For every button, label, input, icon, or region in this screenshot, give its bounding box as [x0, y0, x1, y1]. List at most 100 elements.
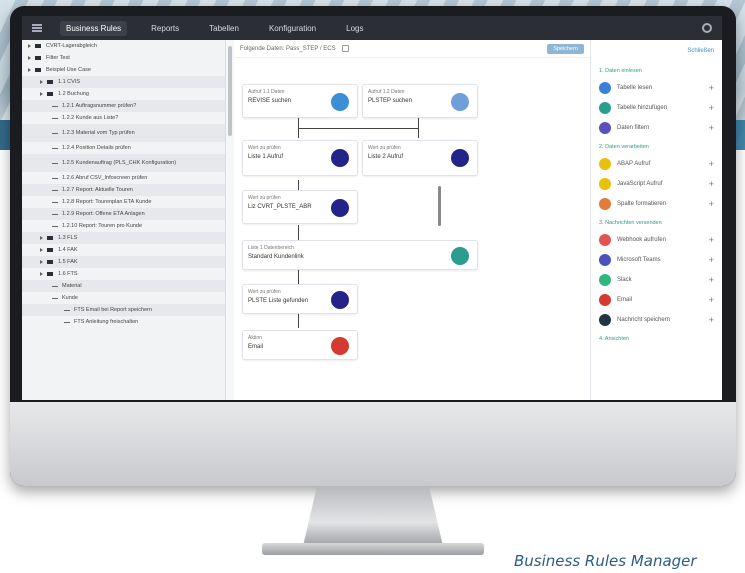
add-icon[interactable]: +: [709, 255, 714, 265]
list-dash-icon[interactable]: [52, 297, 58, 299]
list-dash-icon[interactable]: [52, 162, 58, 164]
tree-item[interactable]: 1.1 CVIS: [22, 76, 225, 88]
add-icon[interactable]: +: [709, 199, 714, 209]
list-dash-icon[interactable]: [64, 309, 70, 311]
expand-arrow-icon[interactable]: [40, 248, 43, 252]
palette-item-label: JavaScript Aufruf: [617, 181, 663, 187]
list-dash-icon[interactable]: [52, 105, 58, 107]
add-icon[interactable]: +: [709, 315, 714, 325]
tree-item[interactable]: 1.6 FTS: [22, 268, 225, 280]
add-icon[interactable]: +: [709, 159, 714, 169]
add-icon[interactable]: +: [709, 103, 714, 113]
filter-icon: [331, 291, 349, 309]
palette-section-title: 2. Daten verarbeiten: [599, 144, 649, 150]
folder-icon: [47, 260, 53, 264]
tree-item[interactable]: FTS Anleitung freischalten: [22, 316, 225, 328]
tab-konfiguration[interactable]: Konfiguration: [263, 21, 322, 36]
palette-item[interactable]: ABAP Aufruf +: [591, 154, 722, 174]
list-dash-icon[interactable]: [52, 213, 58, 215]
palette-item[interactable]: Webhook aufrufen +: [591, 230, 722, 250]
tree-item[interactable]: 1.2.10 Report: Touren pro Kunde: [22, 220, 225, 232]
expand-arrow-icon[interactable]: [40, 92, 43, 96]
tree-item[interactable]: 1.2.9 Report: Offene ETA Anlagen: [22, 208, 225, 220]
add-icon[interactable]: +: [709, 179, 714, 189]
resize-handle[interactable]: [438, 186, 441, 226]
edit-icon[interactable]: [341, 45, 349, 52]
tree-item[interactable]: 1.2.2 Kunde aus Liste?: [22, 112, 225, 124]
expand-arrow-icon[interactable]: [40, 272, 43, 276]
tree-item[interactable]: 1.2.8 Report: Tourenplan ETA Kunde: [22, 196, 225, 208]
tree-item[interactable]: 1.2.4 Position Details prüfen: [22, 142, 225, 154]
tree-item-label: 1.2.5 Kundenauftrag (PLS_CHK Konfigurati…: [62, 160, 177, 166]
tree-item[interactable]: Kunde: [22, 292, 225, 304]
tree-item[interactable]: Material: [22, 280, 225, 292]
list-dash-icon[interactable]: [52, 189, 58, 191]
tree-item[interactable]: 1.5 FAK: [22, 256, 225, 268]
rule-card[interactable]: Aufruf 1.1 Daten REVISE suchen: [242, 84, 358, 118]
menu-icon[interactable]: [32, 24, 42, 32]
palette-item[interactable]: Slack +: [591, 270, 722, 290]
add-icon[interactable]: +: [709, 275, 714, 285]
rule-card[interactable]: Wert zu prüfen Liste 1 Aufruf: [242, 140, 358, 176]
rule-card[interactable]: Wert zu prüfen PLSTE Liste gefunden: [242, 284, 358, 314]
tree-item[interactable]: 1.4 FAK: [22, 244, 225, 256]
list-dash-icon[interactable]: [52, 225, 58, 227]
settings-gear-icon[interactable]: [702, 23, 712, 33]
palette-item[interactable]: Tabelle lesen +: [591, 78, 722, 98]
add-icon[interactable]: +: [709, 295, 714, 305]
tree-scrollbar[interactable]: [228, 46, 232, 136]
save-button[interactable]: Speichern: [547, 43, 584, 54]
palette-item[interactable]: Nachricht speichern +: [591, 310, 722, 330]
list-dash-icon[interactable]: [64, 321, 70, 323]
palette-item[interactable]: Daten filtern +: [591, 118, 722, 138]
rule-card[interactable]: Aufruf 1.2 Daten PLSTEP suchen: [362, 84, 478, 118]
tab-reports[interactable]: Reports: [145, 21, 185, 36]
palette-item[interactable]: Email +: [591, 290, 722, 310]
tree-item[interactable]: CVRT-Lagerabgleich: [22, 40, 225, 52]
close-palette-link[interactable]: Schließen: [591, 40, 722, 62]
palette-item[interactable]: Microsoft Teams +: [591, 250, 722, 270]
tab-logs[interactable]: Logs: [340, 21, 369, 36]
tab-tabellen[interactable]: Tabellen: [203, 21, 245, 36]
expand-arrow-icon[interactable]: [28, 44, 31, 48]
palette-item[interactable]: Spalte formatieren +: [591, 194, 722, 214]
tree-item[interactable]: FTS Email bei Report speichern: [22, 304, 225, 316]
rule-card[interactable]: Aktion Email: [242, 330, 358, 360]
tree-item[interactable]: 1.2.1 Auftragsnummer prüfen?: [22, 100, 225, 112]
list-dash-icon[interactable]: [52, 285, 58, 287]
expand-arrow-icon[interactable]: [40, 260, 43, 264]
add-icon[interactable]: +: [709, 123, 714, 133]
action-icon: [599, 102, 611, 114]
list-dash-icon[interactable]: [52, 201, 58, 203]
add-icon[interactable]: +: [709, 83, 714, 93]
rule-card[interactable]: Wert zu prüfen Liz CVRT_PLSTE_ABR: [242, 190, 358, 224]
rule-canvas: Folgende Daten: Pass_STEP / ECS Speicher…: [234, 40, 590, 400]
expand-arrow-icon[interactable]: [28, 56, 31, 60]
tree-item[interactable]: 1.2 Buchung: [22, 88, 225, 100]
expand-arrow-icon[interactable]: [40, 236, 43, 240]
palette-section-title: 4. Ansichten: [599, 336, 629, 342]
rule-card[interactable]: Wert zu prüfen Liste 2 Aufruf: [362, 140, 478, 176]
tree-item[interactable]: 1.2.5 Kundenauftrag (PLS_CHK Konfigurati…: [22, 154, 225, 172]
palette-item-label: Nachricht speichern: [617, 317, 671, 323]
add-icon[interactable]: +: [709, 235, 714, 245]
expand-arrow-icon[interactable]: [40, 80, 43, 84]
palette-item[interactable]: Tabelle hinzufügen +: [591, 98, 722, 118]
tree-item[interactable]: Filter Test: [22, 52, 225, 64]
tree-item[interactable]: 1.2.6 Abruf CSV_Infoscreen prüfen: [22, 172, 225, 184]
tab-business-rules[interactable]: Business Rules: [60, 20, 128, 36]
tree-item[interactable]: 1.3 FLS: [22, 232, 225, 244]
rule-card[interactable]: Liste 1 Datenbereich Standard Kundenlink: [242, 240, 478, 270]
tree-item[interactable]: 1.2.3 Material vom Typ prüfen: [22, 124, 225, 142]
tree-item[interactable]: Beispiel Use Case: [22, 64, 225, 76]
expand-arrow-icon[interactable]: [28, 68, 31, 72]
tree-item-label: 1.2 Buchung: [58, 91, 89, 97]
list-dash-icon[interactable]: [52, 177, 58, 179]
list-dash-icon[interactable]: [52, 132, 58, 134]
list-dash-icon[interactable]: [52, 117, 58, 119]
connector-line: [298, 312, 299, 328]
filter-icon: [451, 149, 469, 167]
list-dash-icon[interactable]: [52, 147, 58, 149]
tree-item[interactable]: 1.2.7 Report: Aktuelle Touren: [22, 184, 225, 196]
palette-item[interactable]: JavaScript Aufruf +: [591, 174, 722, 194]
